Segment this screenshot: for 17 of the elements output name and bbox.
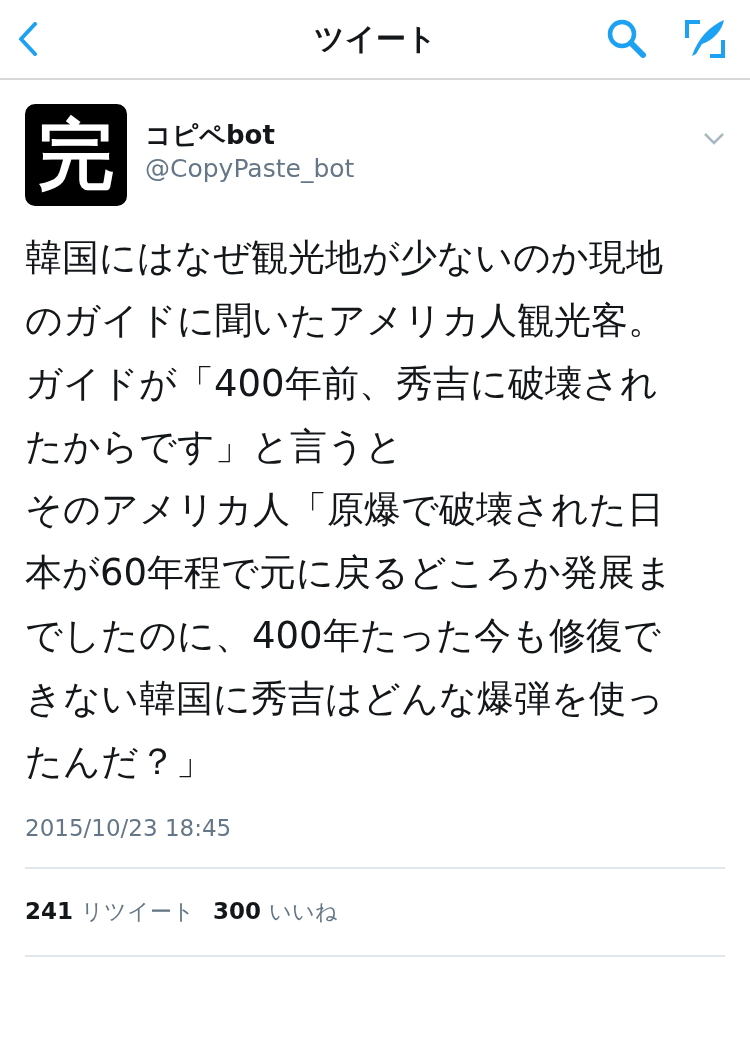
chevron-down-icon[interactable] xyxy=(703,132,725,145)
avatar-glyph: 完 xyxy=(38,117,114,193)
stat-label: いいね xyxy=(269,898,339,926)
user-handle: @CopyPaste_bot xyxy=(145,153,355,185)
screen-title: ツイート xyxy=(312,19,438,58)
timestamp: 2015/10/23 18:45 xyxy=(25,815,725,869)
stat-label: リツイート xyxy=(81,898,195,926)
tweet-text: そのアメリカ人「原爆で破壊された日本が60年程で元に戻るどころか発展までしたのに、400年たった今も修復できない韓国に秀吉はどんな爆弾を使ったんだ？」 xyxy=(25,487,675,785)
avatar[interactable]: 完 xyxy=(25,104,127,206)
tweet-text: ガイドが「400年前、秀吉に破壊されたからです」と言うと xyxy=(25,361,659,470)
display-name: コピペbot xyxy=(145,119,276,152)
compose-icon[interactable] xyxy=(684,18,726,60)
back-icon[interactable] xyxy=(18,22,38,56)
search-icon[interactable] xyxy=(606,18,648,60)
tweet-text: 韓国にはなぜ観光地が少ないのか現地のガイドに聞いたアメリカ人観光客。 xyxy=(25,235,666,344)
stat-count: 241 xyxy=(25,898,73,924)
stat-count: 300 xyxy=(213,898,262,924)
